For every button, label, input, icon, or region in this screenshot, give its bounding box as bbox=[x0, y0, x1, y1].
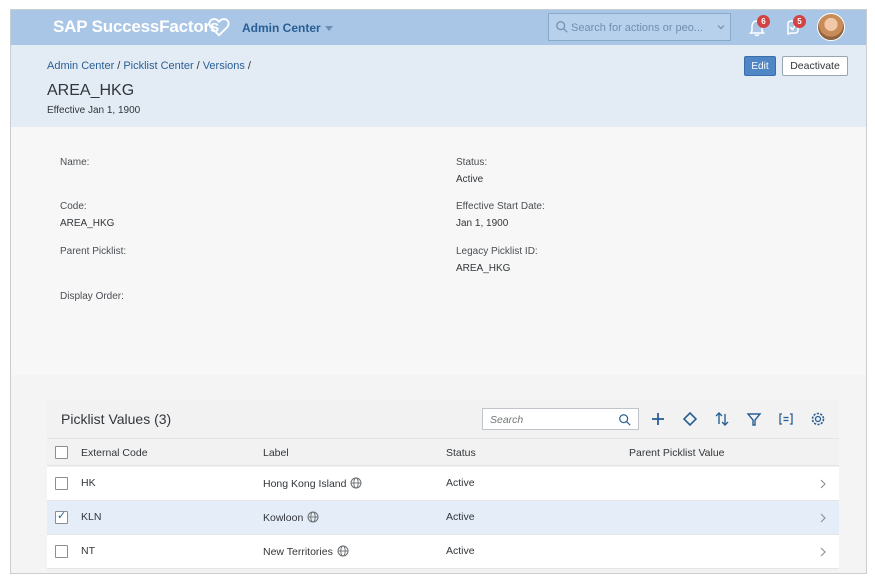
cell-external-code: KLN bbox=[81, 511, 102, 523]
table-row[interactable]: NT New Territories Active bbox=[47, 535, 839, 569]
name-label: Name: bbox=[60, 157, 90, 168]
brand-logo[interactable]: SAP SuccessFactors bbox=[53, 17, 219, 37]
table-header: External Code Label Status Parent Pickli… bbox=[47, 438, 839, 466]
edit-button[interactable]: Edit bbox=[744, 56, 776, 76]
app-frame: SAP SuccessFactors Admin Center 6 bbox=[10, 9, 867, 574]
notification-badge: 5 bbox=[793, 15, 806, 28]
picklist-values-section: Picklist Values (3) Search External Code… bbox=[11, 375, 866, 573]
global-search-input[interactable] bbox=[571, 19, 711, 36]
breadcrumb-separator: / bbox=[196, 60, 200, 72]
effective-start-date-value: Jan 1, 1900 bbox=[456, 218, 509, 229]
column-header-external-code[interactable]: External Code bbox=[81, 447, 148, 459]
object-header: Admin Center / Picklist Center / Versions / A… bbox=[11, 45, 866, 127]
filter-icon[interactable] bbox=[744, 409, 764, 429]
globe-icon[interactable] bbox=[337, 545, 349, 557]
display-order-label: Display Order: bbox=[60, 291, 124, 302]
table-search-input[interactable] bbox=[490, 412, 610, 427]
table-search[interactable] bbox=[482, 408, 639, 430]
notification-button[interactable]: 5 bbox=[780, 15, 806, 41]
breadcrumb-versions[interactable]: Versions bbox=[203, 60, 245, 72]
column-header-label[interactable]: Label bbox=[263, 447, 289, 459]
avatar[interactable] bbox=[817, 13, 845, 41]
heart-icon bbox=[208, 18, 230, 37]
diamond-icon[interactable] bbox=[680, 409, 700, 429]
status-label: Status: bbox=[456, 157, 488, 168]
row-checkbox[interactable] bbox=[55, 545, 68, 558]
globe-icon[interactable] bbox=[350, 477, 362, 489]
parent-picklist-label: Parent Picklist: bbox=[60, 246, 127, 257]
column-header-parent-picklist-value[interactable]: Parent Picklist Value bbox=[629, 447, 725, 459]
cell-external-code: HK bbox=[81, 477, 96, 489]
chevron-right-icon[interactable] bbox=[819, 479, 827, 489]
row-checkbox[interactable] bbox=[55, 477, 68, 490]
cell-label-text: New Territories bbox=[263, 546, 333, 558]
breadcrumb-admin-center[interactable]: Admin Center bbox=[47, 60, 114, 72]
row-checkbox[interactable] bbox=[55, 509, 68, 524]
bell-button[interactable]: 6 bbox=[744, 15, 770, 41]
group-icon[interactable] bbox=[776, 409, 796, 429]
chevron-down-icon bbox=[717, 25, 725, 30]
column-header-status[interactable]: Status bbox=[446, 447, 476, 459]
picklist-values-table: Picklist Values (3) Search External Code… bbox=[47, 400, 839, 572]
status-value: Active bbox=[456, 174, 484, 185]
chevron-right-icon[interactable] bbox=[819, 547, 827, 557]
code-value: AREA_HKG bbox=[60, 218, 115, 229]
chevron-right-icon[interactable] bbox=[819, 513, 827, 523]
search-icon bbox=[556, 21, 568, 33]
globe-icon[interactable] bbox=[307, 511, 319, 523]
legacy-picklist-id-value: AREA_HKG bbox=[456, 263, 511, 274]
table-row[interactable]: HK Hong Kong Island Active bbox=[47, 467, 839, 501]
shell-bar: SAP SuccessFactors Admin Center 6 bbox=[11, 10, 866, 45]
deactivate-button[interactable]: Deactivate bbox=[782, 56, 848, 76]
settings-icon[interactable] bbox=[808, 409, 828, 429]
legacy-picklist-id-label: Legacy Picklist ID: bbox=[456, 246, 538, 257]
effective-start-date-label: Effective Start Date: bbox=[456, 201, 545, 212]
table-row[interactable]: KLN Kowloon Active bbox=[47, 501, 839, 535]
cell-label: Hong Kong Island bbox=[263, 477, 362, 490]
admin-center-label: Admin Center bbox=[242, 21, 321, 35]
cell-status: Active bbox=[446, 545, 475, 557]
breadcrumb-picklist-center[interactable]: Picklist Center bbox=[123, 60, 193, 72]
cell-label: Kowloon bbox=[263, 511, 319, 524]
cell-status: Active bbox=[446, 477, 475, 489]
search-scope-dropdown[interactable] bbox=[711, 13, 731, 41]
breadcrumb-separator: / bbox=[247, 60, 251, 72]
cell-label-text: Hong Kong Island bbox=[263, 478, 347, 490]
cell-label-text: Kowloon bbox=[263, 512, 304, 524]
page-subtitle: Effective Jan 1, 1900 bbox=[47, 105, 141, 116]
select-all-checkbox[interactable] bbox=[55, 446, 68, 459]
search-icon[interactable] bbox=[618, 413, 632, 427]
add-icon[interactable] bbox=[648, 409, 668, 429]
cell-status: Active bbox=[446, 511, 475, 523]
cell-external-code: NT bbox=[81, 545, 95, 557]
caret-down-icon bbox=[324, 26, 333, 32]
bell-badge: 6 bbox=[757, 15, 770, 28]
table-title: Picklist Values (3) bbox=[61, 411, 172, 427]
admin-center-menu[interactable]: Admin Center bbox=[242, 21, 333, 35]
details-panel: Name: Code: AREA_HKG Parent Picklist: Di… bbox=[11, 127, 866, 375]
page-title: AREA_HKG bbox=[47, 82, 135, 99]
sort-icon[interactable] bbox=[712, 409, 732, 429]
breadcrumb: Admin Center / Picklist Center / Versions / bbox=[47, 60, 254, 72]
breadcrumb-separator: / bbox=[117, 60, 121, 72]
global-search[interactable] bbox=[548, 13, 730, 41]
cell-label: New Territories bbox=[263, 545, 349, 558]
code-label: Code: bbox=[60, 201, 87, 212]
